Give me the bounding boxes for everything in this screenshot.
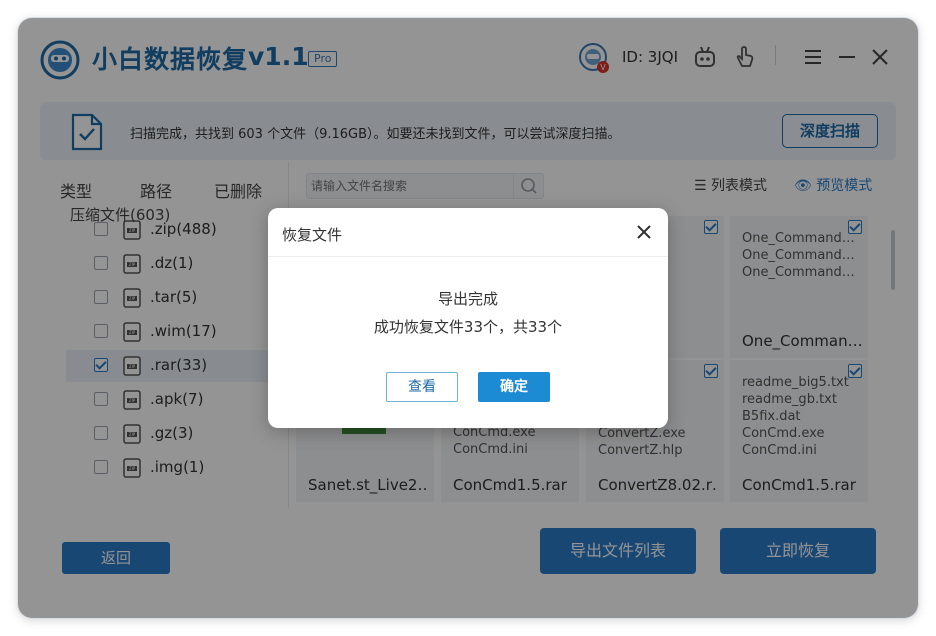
dialog-divider [268,256,668,257]
recover-dialog: 恢复文件 导出完成 成功恢复文件33个，共33个 查看 确定 [268,208,668,428]
dialog-message-detail: 成功恢复文件33个，共33个 [373,318,563,336]
dialog-title: 恢复文件 [282,226,343,244]
dialog-message-title: 导出完成 [437,290,498,308]
view-button[interactable]: 查看 [386,372,458,402]
app-window: 小白数据恢复 v1.1 Pro V ID: 3JQI 扫描完成，共找到 603 … [18,18,918,618]
confirm-button[interactable]: 确定 [478,372,550,402]
close-icon[interactable] [634,222,654,242]
